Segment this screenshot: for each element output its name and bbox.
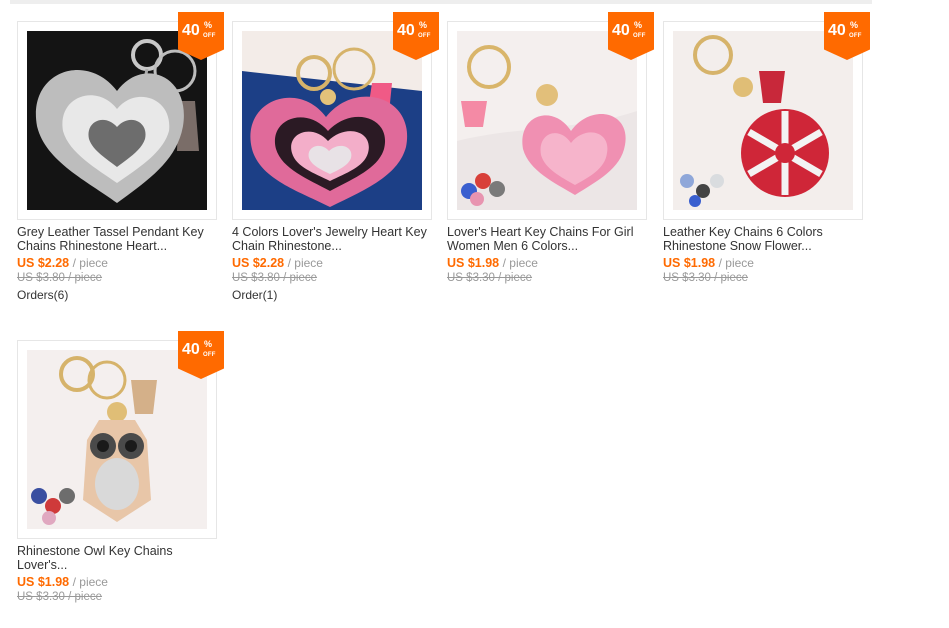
- product-title[interactable]: Grey Leather Tassel Pendant Key Chains R…: [17, 225, 222, 253]
- price-unit: / piece: [72, 575, 108, 589]
- pink-heart-keychain-image[interactable]: [242, 31, 422, 210]
- price-amount: US $2.28: [17, 256, 70, 270]
- price-amount: US $1.98: [447, 256, 500, 270]
- snowflake-keychain-image[interactable]: [673, 31, 853, 210]
- product-title-line[interactable]: Lover's...: [17, 558, 222, 572]
- price-amount: US $2.28: [232, 256, 285, 270]
- product-image-frame[interactable]: 40 % OFF: [17, 12, 224, 220]
- original-price: US $3.80 / piece: [232, 272, 318, 284]
- price-unit: / piece: [718, 256, 754, 270]
- product-title-line[interactable]: Chains Rhinestone Heart...: [17, 239, 222, 253]
- price-unit: / piece: [502, 256, 538, 270]
- price-amount: US $1.98: [663, 256, 716, 270]
- owl-keychain-image[interactable]: [27, 350, 207, 529]
- light-pink-heart-keychain-image[interactable]: [457, 31, 637, 210]
- price-unit: / piece: [72, 256, 108, 270]
- product-price: US $2.28 / piece: [17, 256, 108, 270]
- price-unit: / piece: [287, 256, 323, 270]
- product-image-frame[interactable]: 40 % OFF: [17, 331, 224, 539]
- original-price: US $3.30 / piece: [663, 272, 749, 284]
- product-title-line[interactable]: Rhinestone Snow Flower...: [663, 239, 868, 253]
- product-image-frame[interactable]: 40 % OFF: [663, 12, 870, 220]
- product-price: US $1.98 / piece: [663, 256, 754, 270]
- original-price: US $3.30 / piece: [17, 591, 103, 603]
- product-title-line[interactable]: Lover's Heart Key Chains For Girl: [447, 225, 652, 239]
- product-title-line[interactable]: 4 Colors Lover's Jewelry Heart Key: [232, 225, 437, 239]
- orders-count[interactable]: Order(1): [232, 288, 277, 302]
- product-title[interactable]: Rhinestone Owl Key Chains Lover's...: [17, 544, 222, 572]
- original-price: US $3.80 / piece: [17, 272, 103, 284]
- product-title-line[interactable]: Women Men 6 Colors...: [447, 239, 652, 253]
- product-title-line[interactable]: Rhinestone Owl Key Chains: [17, 544, 222, 558]
- product-title-line[interactable]: Chain Rhinestone...: [232, 239, 437, 253]
- product-title[interactable]: 4 Colors Lover's Jewelry Heart Key Chain…: [232, 225, 437, 253]
- top-divider: [10, 0, 872, 4]
- grey-heart-keychain-image[interactable]: [27, 31, 207, 210]
- product-price: US $2.28 / piece: [232, 256, 323, 270]
- product-title[interactable]: Leather Key Chains 6 Colors Rhinestone S…: [663, 225, 868, 253]
- original-price: US $3.30 / piece: [447, 272, 533, 284]
- orders-count[interactable]: Orders(6): [17, 288, 68, 302]
- price-amount: US $1.98: [17, 575, 70, 589]
- product-price: US $1.98 / piece: [17, 575, 108, 589]
- product-title[interactable]: Lover's Heart Key Chains For Girl Women …: [447, 225, 652, 253]
- product-title-line[interactable]: Leather Key Chains 6 Colors: [663, 225, 868, 239]
- product-image-frame[interactable]: 40 % OFF: [232, 12, 439, 220]
- product-price: US $1.98 / piece: [447, 256, 538, 270]
- product-image-frame[interactable]: 40 % OFF: [447, 12, 654, 220]
- product-title-line[interactable]: Grey Leather Tassel Pendant Key: [17, 225, 222, 239]
